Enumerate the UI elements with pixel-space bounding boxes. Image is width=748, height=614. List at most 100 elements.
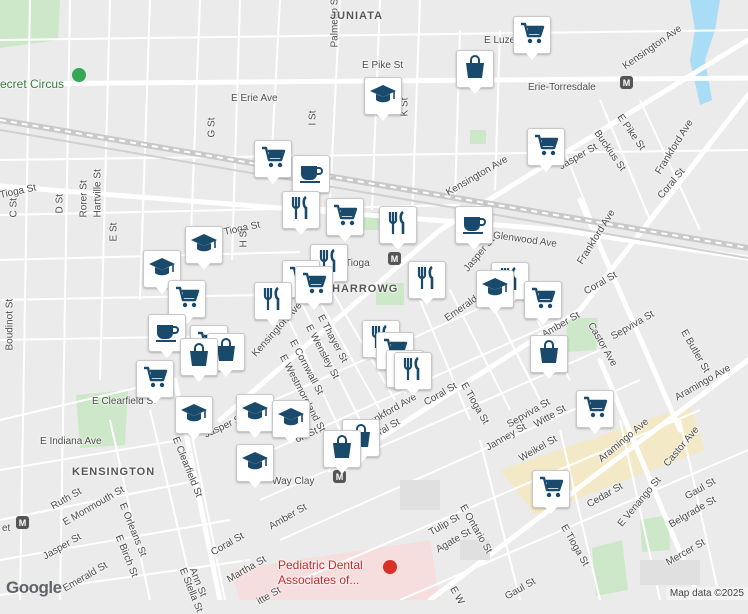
street-label: Palmetto St: [329, 0, 341, 48]
marker-restaurant[interactable]: [394, 352, 432, 396]
street-label: D St: [54, 194, 66, 214]
street-label: E St: [108, 222, 120, 242]
marker-shopping-cart[interactable]: [524, 281, 562, 325]
marker-education[interactable]: [364, 77, 402, 121]
marker-box: [323, 430, 361, 468]
marker-restaurant[interactable]: [254, 282, 292, 326]
marker-box: [168, 280, 206, 318]
shopping-cart-icon: [532, 131, 560, 164]
education-icon: [241, 447, 269, 480]
poi-label: ecret Circus: [0, 77, 65, 91]
marker-education[interactable]: [272, 400, 310, 444]
shopping-cart-icon: [331, 201, 359, 234]
marker-box: [185, 226, 223, 264]
marker-box: [364, 77, 402, 115]
marker-shopping-bag[interactable]: [323, 430, 361, 474]
marker-box: [379, 206, 417, 244]
marker-tip: [192, 374, 206, 382]
marker-tip: [525, 52, 539, 60]
marker-box: [282, 191, 320, 229]
marker-box: [236, 444, 274, 482]
marker-shopping-bag[interactable]: [456, 50, 494, 94]
marker-tip: [542, 371, 556, 379]
transit-station-icon[interactable]: M: [388, 252, 401, 265]
marker-tip: [197, 262, 211, 270]
education-icon: [369, 80, 397, 113]
street-label: E Pike St: [362, 60, 404, 71]
marker-restaurant[interactable]: [408, 261, 446, 305]
transit-station-icon[interactable]: M: [620, 76, 633, 89]
shopping-cart-icon: [518, 19, 546, 52]
google-logo: Google: [6, 578, 62, 597]
marker-tip: [248, 480, 262, 488]
marker-shopping-cart[interactable]: [326, 198, 364, 242]
street-label: Boudinot St: [4, 298, 16, 351]
marker-shopping-bag[interactable]: [530, 335, 568, 379]
marker-tip: [294, 227, 308, 235]
marker-tip: [155, 286, 169, 294]
marker-education[interactable]: [185, 226, 223, 270]
education-icon: [481, 273, 509, 306]
marker-tip: [376, 113, 390, 121]
restaurant-icon: [399, 355, 427, 388]
station-label: Way Clay: [272, 476, 315, 487]
poi-pin-icon[interactable]: [72, 68, 86, 82]
marker-box: [476, 270, 514, 308]
shopping-cart-icon: [581, 393, 609, 426]
shopping-bag-icon: [535, 338, 563, 371]
marker-tip: [420, 297, 434, 305]
education-icon: [190, 229, 218, 262]
street-label: I St: [307, 110, 319, 126]
map-attribution[interactable]: Map data ©2025: [665, 587, 748, 600]
education-icon: [277, 403, 305, 436]
restaurant-icon: [384, 209, 412, 242]
marker-shopping-bag[interactable]: [180, 338, 218, 382]
marker-education[interactable]: [236, 444, 274, 488]
cafe-icon: [153, 317, 181, 350]
marker-education[interactable]: [175, 396, 213, 440]
marker-tip: [266, 318, 280, 326]
shopping-bag-icon: [185, 341, 213, 374]
marker-shopping-cart[interactable]: [295, 266, 333, 310]
poi-pin-icon[interactable]: [383, 560, 397, 574]
restaurant-icon: [413, 264, 441, 297]
marker-box: [576, 390, 614, 428]
cafe-icon: [297, 158, 325, 191]
poi-label: Associates of...: [278, 573, 360, 587]
marker-shopping-cart[interactable]: [513, 16, 551, 60]
marker-shopping-cart[interactable]: [136, 360, 174, 404]
transit-station-icon[interactable]: M: [16, 516, 29, 529]
marker-shopping-cart[interactable]: [254, 140, 292, 184]
marker-tip: [187, 432, 201, 440]
street-label: Rorer St: [78, 180, 90, 218]
marker-tip: [588, 426, 602, 434]
marker-box: [295, 266, 333, 304]
shopping-cart-icon: [173, 283, 201, 316]
shopping-cart-icon: [259, 143, 287, 176]
shopping-bag-icon: [461, 53, 489, 86]
marker-shopping-cart[interactable]: [527, 128, 565, 172]
marker-tip: [536, 317, 550, 325]
marker-box: [175, 396, 213, 434]
street-label: E Indiana Ave: [40, 436, 102, 447]
neighborhood-label: JUNIATA: [330, 10, 384, 22]
marker-tip: [544, 506, 558, 514]
marker-restaurant[interactable]: [282, 191, 320, 235]
marker-tip: [488, 306, 502, 314]
marker-cafe[interactable]: [455, 206, 493, 250]
marker-tip: [266, 176, 280, 184]
marker-box: [532, 470, 570, 508]
marker-box: [136, 360, 174, 398]
marker-tip: [406, 388, 420, 396]
marker-box: [326, 198, 364, 236]
marker-shopping-cart[interactable]: [532, 470, 570, 514]
street-label: C St: [8, 198, 20, 218]
marker-box: [524, 281, 562, 319]
marker-tip: [148, 396, 162, 404]
marker-restaurant[interactable]: [379, 206, 417, 250]
marker-education[interactable]: [476, 270, 514, 314]
marker-shopping-cart[interactable]: [576, 390, 614, 434]
marker-education[interactable]: [236, 394, 274, 438]
shopping-cart-icon: [300, 269, 328, 302]
marker-box: [456, 50, 494, 88]
